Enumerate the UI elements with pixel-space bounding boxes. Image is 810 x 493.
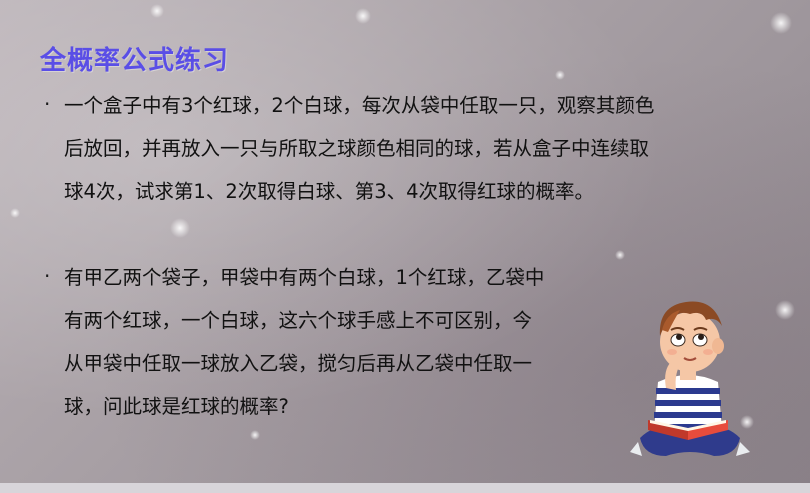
question-2-line: 有两个红球，一个白球，这六个球手感上不可区别，今 [64, 309, 533, 332]
bottom-bar [0, 483, 810, 493]
slide-title: 全概率公式练习 [40, 46, 230, 76]
sparkle-decoration [615, 250, 625, 260]
sparkle-decoration [555, 70, 565, 80]
sparkle-decoration [770, 12, 792, 34]
bullet-mark-2: · [44, 264, 51, 288]
sparkle-decoration [10, 208, 20, 218]
sparkle-decoration [150, 4, 164, 18]
sparkle-decoration [250, 430, 260, 440]
bullet-mark-1: · [44, 92, 51, 116]
boy-reading-book-illustration [630, 301, 750, 456]
slide: 全概率公式练习 · 一个盒子中有3个红球，2个白球，每次从袋中任取一只，观察其颜… [0, 0, 810, 493]
sparkle-decoration [355, 8, 371, 24]
question-2-line: 有甲乙两个袋子，甲袋中有两个白球，1个红球，乙袋中 [64, 266, 545, 289]
question-2: 有甲乙两个袋子，甲袋中有两个白球，1个红球，乙袋中 有两个红球，一个白球，这六个… [64, 256, 544, 428]
question-1-line: 球4次，试求第1、2次取得白球、第3、4次取得红球的概率。 [64, 180, 595, 203]
question-2-line: 从甲袋中任取一球放入乙袋，搅匀后再从乙袋中任取一 [64, 352, 533, 375]
question-1-line: 后放回，并再放入一只与所取之球颜色相同的球，若从盒子中连续取 [64, 137, 650, 160]
question-1-line: 一个盒子中有3个红球，2个白球，每次从袋中任取一只，观察其颜色 [64, 94, 655, 117]
question-2-line: 球，问此球是红球的概率? [64, 395, 289, 418]
question-1: 一个盒子中有3个红球，2个白球，每次从袋中任取一只，观察其颜色 后放回，并再放入… [64, 84, 654, 213]
sparkle-decoration [775, 300, 795, 320]
sparkle-decoration [170, 218, 190, 238]
